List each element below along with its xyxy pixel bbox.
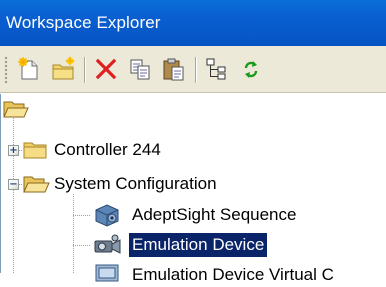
workspace-tree[interactable]: + Controller 244 − System Configuration …: [0, 94, 386, 284]
tree-node-label: Emulation Device Virtual C: [132, 265, 334, 284]
folder-open-icon: [23, 176, 50, 193]
window-title-bar[interactable]: Workspace Explorer: [0, 0, 386, 46]
tree-connector: [73, 194, 74, 273]
refresh-icon: [244, 61, 258, 78]
delete-x-icon: [95, 58, 117, 80]
virtual-camera-icon: [95, 264, 119, 282]
tree-node-label: [31, 97, 37, 121]
paste-icon: [163, 58, 184, 81]
new-file-icon: [18, 57, 38, 80]
collapse-minus-icon[interactable]: −: [8, 179, 19, 190]
tree-node-label: AdeptSight Sequence: [132, 205, 297, 224]
new-folder-button[interactable]: [48, 54, 78, 84]
toolbar-separator: [195, 57, 197, 83]
tree-connector: [13, 116, 14, 273]
window-title: Workspace Explorer: [6, 13, 161, 32]
tree-node-label: System Configuration: [54, 174, 217, 193]
sequence-icon: [95, 204, 119, 227]
expand-plus-icon[interactable]: +: [8, 145, 19, 156]
folder-icon: [23, 142, 47, 159]
tree-structure-icon: [206, 58, 226, 80]
new-folder-icon: [52, 56, 75, 80]
toolbar-separator: [84, 57, 86, 83]
camera-device-icon: [94, 234, 121, 254]
toolbar: [0, 46, 386, 93]
copy-icon: [130, 59, 150, 80]
copy-button[interactable]: [125, 54, 155, 84]
tree-node-label: Emulation Device: [129, 233, 268, 257]
new-file-button[interactable]: [14, 54, 44, 84]
toolbar-grip[interactable]: [4, 56, 8, 84]
tree-node-label: Controller 244: [54, 140, 161, 159]
delete-button[interactable]: [91, 54, 121, 84]
folder-open-icon: [3, 101, 29, 118]
tree-view-button[interactable]: [202, 54, 232, 84]
refresh-button[interactable]: [236, 54, 266, 84]
paste-button[interactable]: [159, 54, 189, 84]
tree-connector: [73, 215, 91, 216]
tree-connector: [73, 245, 91, 246]
